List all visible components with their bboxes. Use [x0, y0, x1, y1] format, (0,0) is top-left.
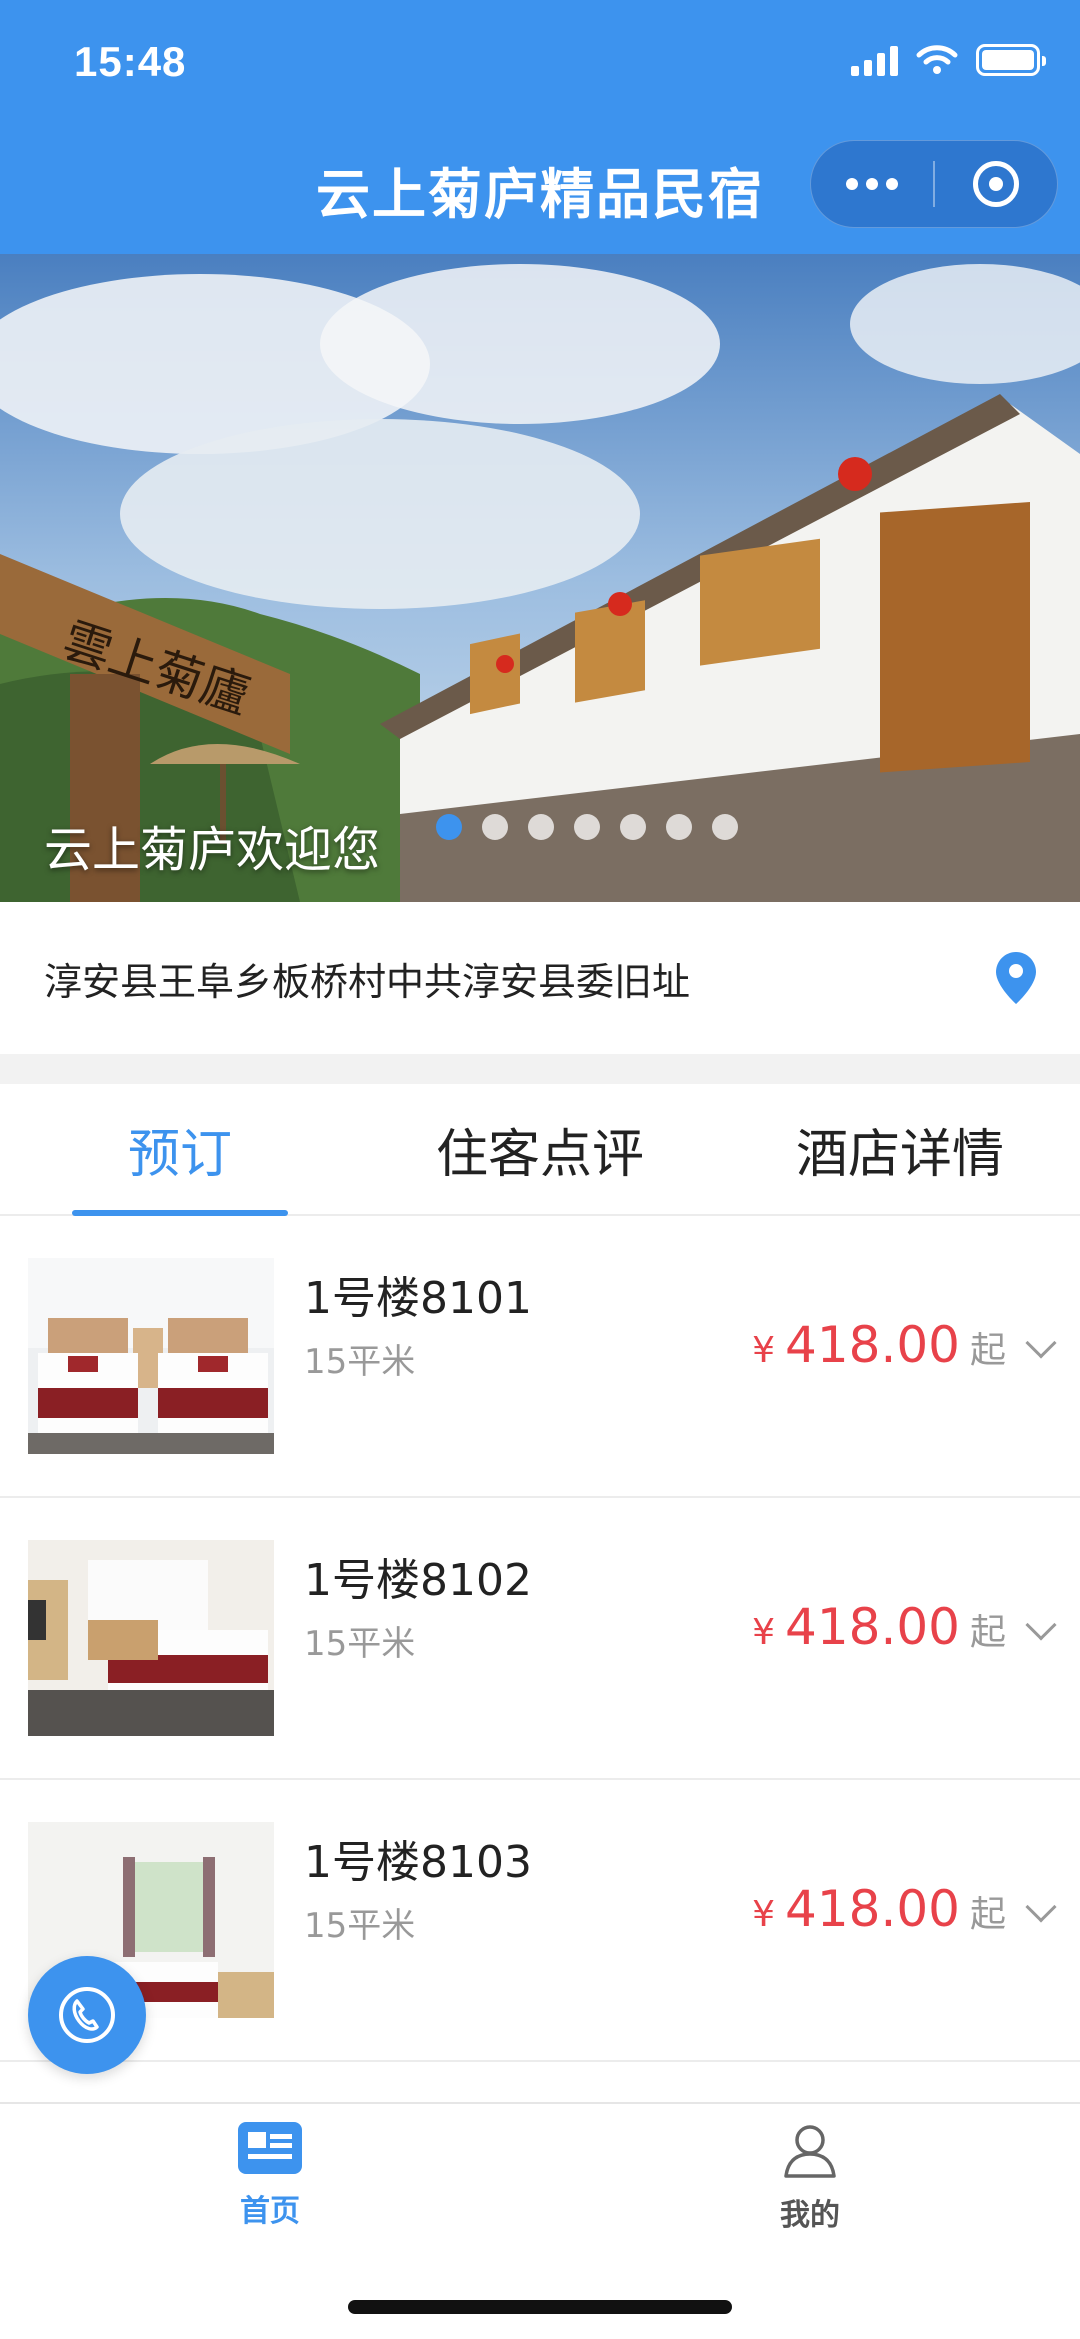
tab-label: 预订 [127, 1124, 232, 1185]
close-mini-program-button[interactable] [935, 141, 1057, 227]
section-divider [0, 1054, 1080, 1084]
room-price: ¥ 418.00 起 [752, 1316, 1057, 1374]
carousel-indicators [436, 814, 738, 840]
room-area: 15平米 [304, 1342, 416, 1382]
tab-reviews[interactable]: 住客点评 [360, 1084, 720, 1214]
home-indicator [348, 2300, 732, 2314]
app-header: 15:48 云上菊庐精品民宿 [0, 0, 1080, 254]
price-suffix: 起 [969, 1894, 1006, 1935]
room-name: 1号楼8103 [304, 1837, 532, 1888]
address-row[interactable]: 淳安县王阜乡板桥村中共淳安县委旧址 [0, 902, 1080, 1054]
room-item[interactable]: 1号楼8101 15平米 ¥ 418.00 起 [0, 1216, 1080, 1498]
room-price: ¥ 418.00 起 [752, 1880, 1057, 1938]
call-button[interactable] [28, 1956, 146, 2074]
wifi-icon [916, 45, 958, 74]
tab-bar: 预订 住客点评 酒店详情 [0, 1084, 1080, 1216]
battery-icon [976, 44, 1046, 76]
target-circle-icon [973, 161, 1019, 207]
tab-hotel-details[interactable]: 酒店详情 [720, 1084, 1080, 1214]
carousel-dot[interactable] [482, 814, 508, 840]
chevron-down-icon[interactable] [1025, 1891, 1057, 1923]
phone-icon [59, 1987, 115, 2043]
room-name: 1号楼8101 [304, 1273, 532, 1324]
carousel-dot[interactable] [436, 814, 462, 840]
tab-booking[interactable]: 预订 [0, 1084, 360, 1216]
nav-home[interactable]: 首页 [170, 2122, 370, 2230]
room-photo [28, 1258, 274, 1454]
price-value: 418.00 [785, 1598, 960, 1656]
price-suffix: 起 [969, 1330, 1006, 1371]
price-currency: ¥ [752, 1612, 776, 1653]
location-pin-icon[interactable] [996, 952, 1036, 1004]
price-currency: ¥ [752, 1330, 776, 1371]
room-area: 15平米 [304, 1624, 416, 1664]
nav-mine[interactable]: 我的 [710, 2122, 910, 2234]
banner-carousel[interactable]: 雲上菊廬 云上菊庐欢迎您 [0, 254, 1080, 902]
carousel-dot[interactable] [528, 814, 554, 840]
banner-caption: 云上菊庐欢迎您 [44, 822, 381, 878]
carousel-dot[interactable] [620, 814, 646, 840]
status-time: 15:48 [74, 38, 187, 85]
room-photo [28, 1540, 274, 1736]
tab-label: 酒店详情 [795, 1124, 1004, 1185]
room-name: 1号楼8102 [304, 1555, 532, 1606]
price-suffix: 起 [969, 1612, 1006, 1653]
news-icon [238, 2122, 302, 2174]
chevron-down-icon[interactable] [1025, 1327, 1057, 1359]
chevron-down-icon[interactable] [1025, 1609, 1057, 1641]
status-icons [851, 44, 1046, 76]
more-button[interactable] [811, 141, 933, 227]
room-item[interactable]: 1号楼8103 15平米 ¥ 418.00 起 [0, 1780, 1080, 2062]
price-value: 418.00 [785, 1880, 960, 1938]
room-area: 15平米 [304, 1906, 416, 1946]
signal-icon [851, 44, 898, 76]
address-text: 淳安县王阜乡板桥村中共淳安县委旧址 [44, 959, 691, 1004]
room-item[interactable]: 1号楼8102 15平米 ¥ 418.00 起 [0, 1498, 1080, 1780]
carousel-dot[interactable] [574, 814, 600, 840]
price-value: 418.00 [785, 1316, 960, 1374]
nav-label: 首页 [240, 2194, 300, 2229]
price-currency: ¥ [752, 1894, 776, 1935]
carousel-dot[interactable] [712, 814, 738, 840]
user-icon [784, 2125, 836, 2178]
room-list: 1号楼8101 15平米 ¥ 418.00 起 1号楼8102 15平米 ¥ 4… [0, 1216, 1080, 2062]
more-dots-icon [846, 178, 898, 190]
mini-program-capsule [810, 140, 1058, 228]
tab-label: 住客点评 [435, 1124, 644, 1185]
carousel-dot[interactable] [666, 814, 692, 840]
room-price: ¥ 418.00 起 [752, 1598, 1057, 1656]
banner-image: 雲上菊廬 [0, 254, 1080, 902]
nav-label: 我的 [780, 2198, 840, 2233]
